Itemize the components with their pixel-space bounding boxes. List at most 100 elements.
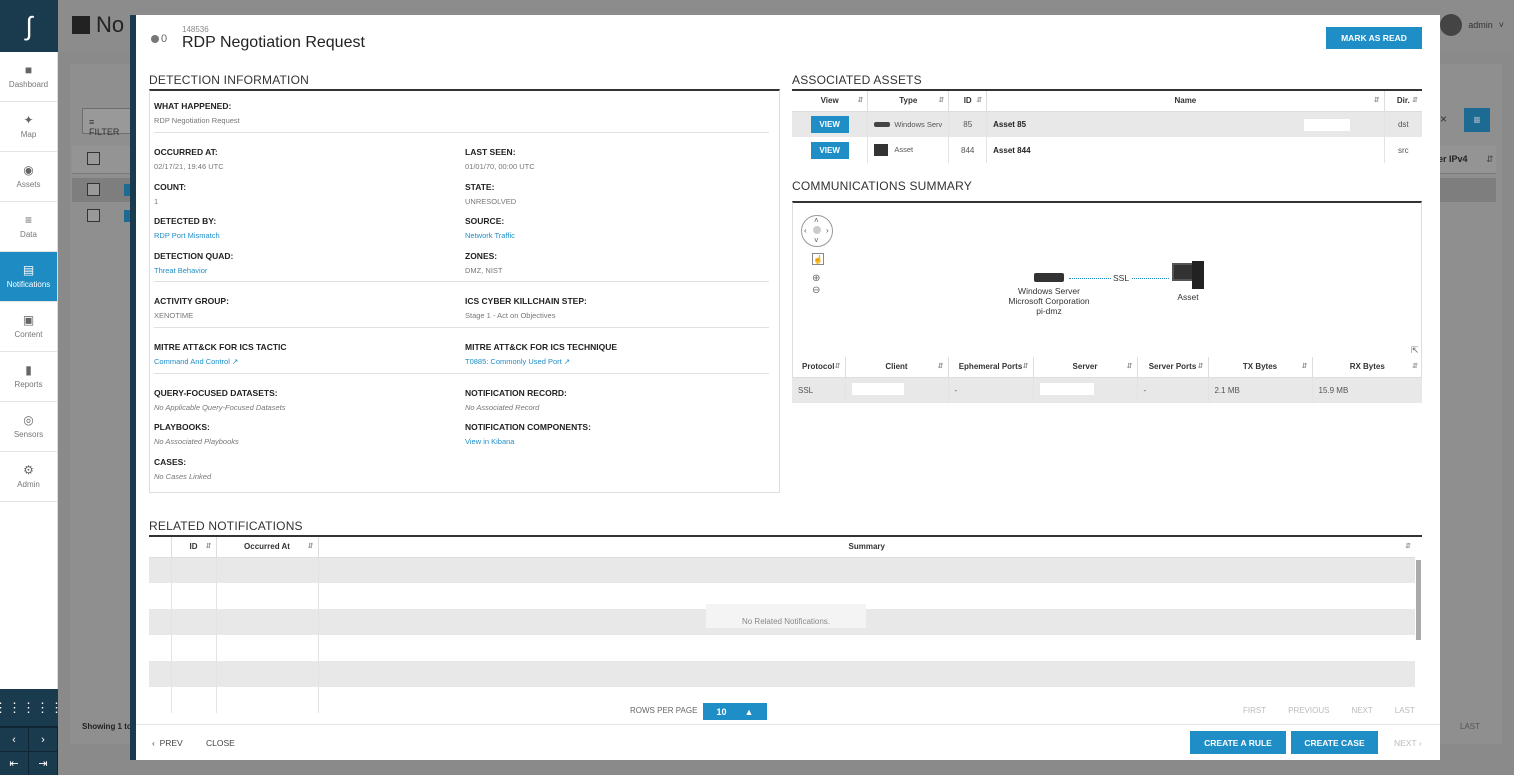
divider <box>154 327 769 328</box>
apps-grid-icon[interactable]: ⋮⋮⋮⋮⋮ <box>0 689 63 727</box>
related-section-title: RELATED NOTIFICATIONS <box>149 519 303 533</box>
view-in-kibana-link[interactable]: View in Kibana <box>465 437 591 446</box>
create-rule-button[interactable]: CREATE A RULE <box>1190 731 1286 754</box>
first-page-link[interactable]: FIRST <box>1243 706 1266 715</box>
close-button[interactable]: CLOSE <box>206 738 235 748</box>
modal-footer: ‹ PREV CLOSE CREATE A RULE CREATE CASE N… <box>136 724 1440 760</box>
column-header[interactable]: Protocol ⇵ <box>792 357 846 378</box>
column-header[interactable]: View ⇵ <box>792 91 869 112</box>
asset-name[interactable]: Asset 85 <box>993 120 1026 129</box>
column-header[interactable]: Server Ports ⇵ <box>1137 357 1209 378</box>
menu-button[interactable]: ≡ <box>1464 108 1490 132</box>
playbooks-field: PLAYBOOKS: No Associated Playbooks <box>154 422 239 446</box>
column-header[interactable]: er IPv4 <box>1438 154 1468 164</box>
hand-tool-icon[interactable]: ☝ <box>812 253 824 265</box>
address-chip <box>1303 118 1350 131</box>
sidebar-item-label: Content <box>14 330 43 339</box>
previous-page-link[interactable]: PREVIOUS <box>1288 706 1329 715</box>
close-icon[interactable]: × <box>1440 112 1447 126</box>
comm-table: Protocol ⇵ Client ⇵ Ephemeral Ports ⇵ Serve… <box>792 357 1422 403</box>
prev-arrow-icon[interactable]: ‹ <box>0 728 29 751</box>
next-button[interactable]: NEXT › <box>1394 738 1422 748</box>
comment-count[interactable]: 0 <box>151 33 167 45</box>
server-icon <box>874 122 891 128</box>
asset-name[interactable]: Asset 844 <box>993 146 1030 155</box>
sidebar-item-label: Admin <box>17 480 40 489</box>
scrollbar[interactable] <box>1416 560 1421 640</box>
sidebar: ∫ ■ Dashboard ✦ Map ◉ Assets ≡ Data ▤ Notificatio… <box>0 0 63 775</box>
column-header[interactable]: Name ⇵ <box>986 91 1385 112</box>
column-header[interactable]: Dir. ⇵ <box>1384 91 1422 112</box>
expand-icon[interactable]: ⇱ <box>1411 345 1419 356</box>
pan-control[interactable]: ˄ ‹ › ˅ <box>801 215 833 247</box>
graph-node[interactable]: Windows Server Microsoft Corporation pi-… <box>999 273 1099 316</box>
sidebar-item-reports[interactable]: ▮ Reports <box>0 352 57 402</box>
sort-icon: ⇵ <box>1412 97 1418 104</box>
detection-quad-link[interactable]: Threat Behavior <box>154 266 233 275</box>
view-asset-button[interactable]: VIEW <box>810 115 849 133</box>
next-arrow-icon[interactable]: › <box>29 728 58 751</box>
graph-node[interactable]: Asset <box>1163 261 1213 302</box>
pan-left-icon: ‹ <box>804 226 807 235</box>
last-page-link[interactable]: LAST <box>1395 706 1415 715</box>
pan-right-icon: › <box>826 226 829 235</box>
sidebar-item-label: Sensors <box>13 430 44 439</box>
sort-icon: ⇵ <box>1373 97 1380 104</box>
table-row[interactable]: VIEW Asset 844 Asset 844 src <box>792 137 1422 163</box>
table-row[interactable]: VIEW Windows Serv 85 Asset 85 dst <box>792 111 1422 137</box>
column-header[interactable]: ID ⇵ <box>171 537 217 558</box>
sort-icon[interactable]: ⇵ <box>1486 154 1494 165</box>
collapse-left-icon[interactable]: ⇤ <box>0 752 29 775</box>
sidebar-item-map[interactable]: ✦ Map <box>0 102 57 152</box>
occurred-at-field: OCCURRED AT: 02/17/21, 19:46 UTC <box>154 147 224 171</box>
pan-down-icon: ˅ <box>814 236 819 245</box>
modal-header: 0 148536 RDP Negotiation Request MARK AS… <box>136 15 1440 75</box>
column-header[interactable]: TX Bytes ⇵ <box>1208 357 1313 378</box>
sidebar-item-assets[interactable]: ◉ Assets <box>0 152 57 202</box>
row-checkbox[interactable] <box>87 183 100 196</box>
column-header[interactable]: ID ⇵ <box>948 91 988 112</box>
sidebar-item-sensors[interactable]: ◎ Sensors <box>0 402 57 452</box>
cases-field: CASES: No Cases Linked <box>154 457 212 481</box>
detected-by-link[interactable]: RDP Port Mismatch <box>154 231 220 240</box>
view-asset-button[interactable]: VIEW <box>810 141 849 159</box>
source-link[interactable]: Network Traffic <box>465 231 515 240</box>
sidebar-item-admin[interactable]: ⚙ Admin <box>0 452 57 502</box>
rows-per-page-select[interactable]: 10 ▲ <box>703 703 767 720</box>
column-header[interactable]: Type ⇵ <box>867 91 950 112</box>
sidebar-item-data[interactable]: ≡ Data <box>0 202 57 252</box>
column-header[interactable]: Server ⇵ <box>1033 357 1138 378</box>
filter-button[interactable]: ≡ FILTER <box>82 108 134 137</box>
column-header[interactable]: Ephemeral Ports ⇵ <box>948 357 1034 378</box>
sidebar-item-dashboard[interactable]: ■ Dashboard <box>0 52 57 102</box>
mitre-tactic-field: MITRE ATT&CK FOR ICS TACTIC Command And … <box>154 342 287 366</box>
prev-button[interactable]: ‹ PREV <box>152 738 183 748</box>
map-icon: ✦ <box>23 113 34 127</box>
detection-quad-field: DETECTION QUAD: Threat Behavior <box>154 251 234 275</box>
row-checkbox[interactable] <box>87 209 100 222</box>
table-row[interactable]: SSL - - 2.1 MB 15.9 MB <box>792 377 1422 403</box>
mitre-tactic-link[interactable]: Command And Control ↗ <box>154 357 287 366</box>
select-all-checkbox[interactable] <box>87 152 100 165</box>
dashboard-icon: ■ <box>24 63 33 77</box>
column-header[interactable]: Client ⇵ <box>845 357 949 378</box>
sidebar-item-notifications[interactable]: ▤ Notifications <box>0 252 57 302</box>
last-page-link[interactable]: LAST <box>1460 722 1480 731</box>
pan-up-icon: ˄ <box>814 216 819 225</box>
zoom-out-icon[interactable]: ⊖ <box>812 285 820 296</box>
mitre-technique-link[interactable]: T0885: Commonly Used Port ↗ <box>465 357 617 366</box>
page-title: No <box>72 12 124 38</box>
zoom-in-icon[interactable]: ⊕ <box>812 273 820 284</box>
column-header[interactable]: Occurred At ⇵ <box>216 537 319 558</box>
notifications-icon <box>72 16 90 34</box>
next-page-link[interactable]: NEXT <box>1351 706 1372 715</box>
app-logo[interactable]: ∫ <box>0 0 58 52</box>
create-case-button[interactable]: CREATE CASE <box>1291 731 1378 754</box>
column-header[interactable]: Summary ⇵ <box>318 537 1415 558</box>
expand-right-icon[interactable]: ⇥ <box>29 752 58 775</box>
column-header[interactable]: RX Bytes ⇵ <box>1312 357 1422 378</box>
sidebar-item-content[interactable]: ▣ Content <box>0 302 57 352</box>
mark-as-read-button[interactable]: MARK AS READ <box>1326 27 1422 49</box>
user-menu[interactable]: admin ˅ <box>1440 14 1504 36</box>
source-field: SOURCE: Network Traffic <box>465 216 515 240</box>
